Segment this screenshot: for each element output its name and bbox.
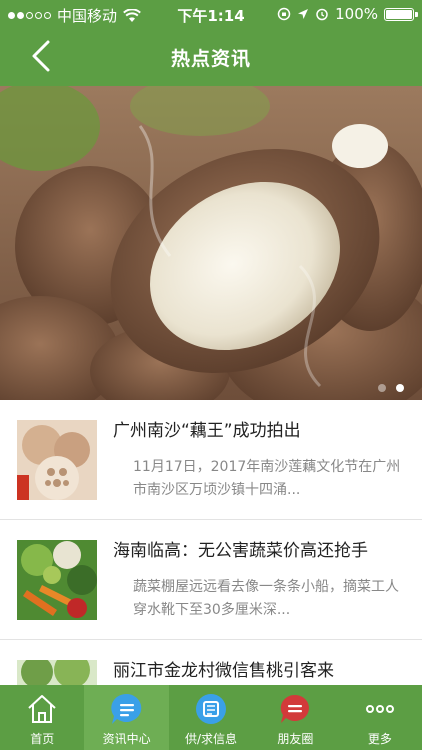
- supply-icon: [196, 694, 227, 724]
- news-item[interactable]: 海南临高：无公害蔬菜价高还抢手 蔬菜棚屋远远看去像一条条小船，摘菜工人穿水靴下至…: [0, 520, 422, 640]
- news-title: 海南临高：无公害蔬菜价高还抢手: [113, 541, 368, 561]
- chat-bubble-icon: [110, 693, 141, 724]
- tab-bar: 首页 资讯中心 供/求信息 朋友圈 更多: [0, 685, 422, 750]
- page-title: 热点资讯: [170, 48, 251, 70]
- location-icon: [298, 9, 309, 19]
- banner-carousel[interactable]: [0, 86, 422, 400]
- news-title: 广州南沙“藕王”成功拍出: [113, 421, 301, 441]
- nav-header: 热点资讯: [0, 28, 422, 86]
- status-bar-right: 100%: [277, 5, 418, 23]
- tab-label: 供/求信息: [184, 732, 238, 746]
- battery-percent: 100%: [335, 5, 378, 23]
- news-thumbnail: [17, 540, 97, 620]
- status-bar: 中国移动 下午1:14 100%: [0, 0, 422, 28]
- tab-label: 朋友圈: [277, 732, 314, 746]
- battery-icon: [384, 7, 418, 21]
- tab-more[interactable]: 更多: [338, 685, 422, 750]
- pager-dot[interactable]: [378, 384, 386, 392]
- news-thumbnail: [17, 420, 97, 500]
- pager-dot-active[interactable]: [396, 384, 404, 392]
- tab-home[interactable]: 首页: [0, 685, 84, 750]
- lotus-root-image: [17, 420, 97, 500]
- vegetables-image: [17, 540, 97, 620]
- alarm-icon: [316, 8, 328, 21]
- banner-image: [0, 86, 422, 400]
- home-icon: [28, 695, 56, 723]
- tab-supply-demand[interactable]: 供/求信息: [169, 685, 253, 750]
- news-item[interactable]: 广州南沙“藕王”成功拍出 11月17日，2017年南沙莲藕文化节在广州市南沙区万…: [0, 400, 422, 520]
- rotation-lock-icon: [277, 7, 291, 21]
- carousel-pager: [378, 384, 404, 392]
- tab-label: 资讯中心: [102, 732, 151, 746]
- tab-news-center[interactable]: 资讯中心: [84, 685, 169, 750]
- more-dots-icon: [365, 705, 394, 713]
- tab-label: 首页: [30, 732, 55, 746]
- news-summary: 11月17日，2017年南沙莲藕文化节在广州市南沙区万顷沙镇十四涌...: [133, 459, 401, 498]
- news-title: 丽江市金龙村微信售桃引客来: [113, 661, 334, 681]
- news-summary: 蔬菜棚屋远远看去像一条条小船，摘菜工人穿水靴下至30多厘米深...: [133, 579, 399, 618]
- message-icon: [281, 694, 310, 723]
- tab-friends[interactable]: 朋友圈: [253, 685, 337, 750]
- tab-label: 更多: [367, 732, 392, 746]
